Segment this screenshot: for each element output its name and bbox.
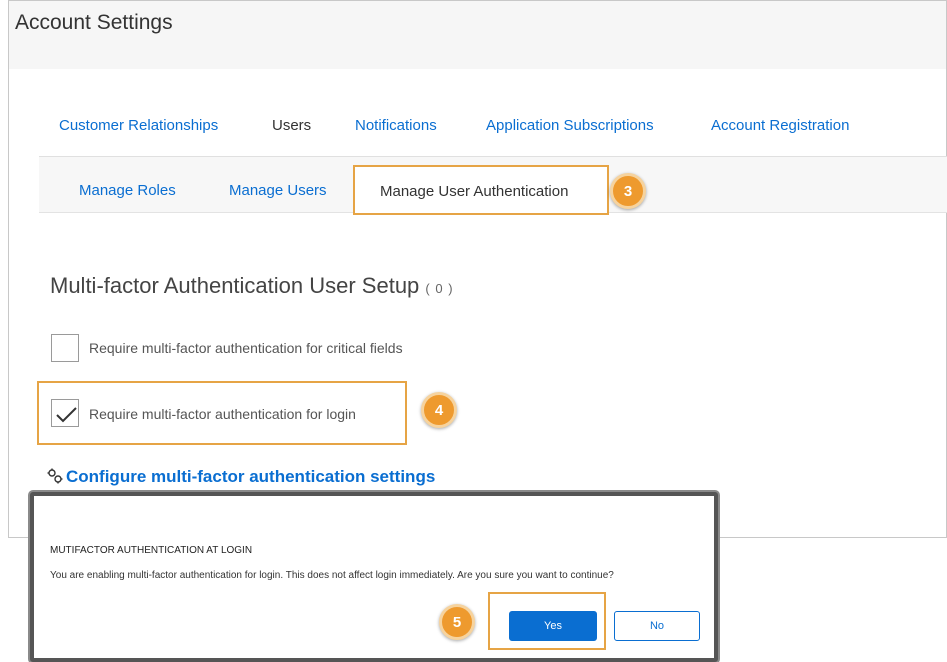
checkmark-icon [56,407,77,423]
header-bar: Account Settings [9,1,946,69]
tab-manage-users[interactable]: Manage Users [229,182,327,199]
tab-manage-user-authentication[interactable]: Manage User Authentication [353,165,609,215]
sub-tab-bar: Manage Roles Manage Users Manage User Au… [39,156,947,215]
configure-mfa-link[interactable]: Configure multi-factor authentication se… [47,467,435,489]
step-badge-5: 5 [439,604,475,640]
dialog-message: You are enabling multi-factor authentica… [50,570,614,581]
dialog-title: MUTIFACTOR AUTHENTICATION AT LOGIN [50,545,253,556]
login-option-label: Require multi-factor authentication for … [89,406,356,422]
configure-mfa-link-label: Configure multi-factor authentication se… [66,467,436,486]
tab-users[interactable]: Users [272,117,311,134]
section-title-text: Multi-factor Authentication User Setup [50,273,420,298]
step-badge-4: 4 [421,392,457,428]
section-count: ( 0 ) [425,281,454,296]
page-title: Account Settings [15,11,173,34]
yes-button[interactable]: Yes [509,611,597,641]
login-checkbox[interactable] [51,399,79,427]
step-badge-3: 3 [610,173,646,209]
mfa-login-dialog: MUTIFACTOR AUTHENTICATION AT LOGIN You a… [30,492,718,662]
no-button[interactable]: No [614,611,700,641]
tab-customer-relationships[interactable]: Customer Relationships [59,117,218,134]
section-title: Multi-factor Authentication User Setup (… [50,273,454,299]
top-tabs: Customer Relationships Users Notificatio… [9,117,946,139]
tab-notifications[interactable]: Notifications [355,117,437,134]
tab-application-subscriptions[interactable]: Application Subscriptions [486,117,654,134]
account-settings-panel: Account Settings Customer Relationships … [8,0,947,538]
critical-fields-label: Require multi-factor authentication for … [89,340,403,356]
critical-fields-checkbox[interactable] [51,334,79,362]
gears-icon [47,468,63,489]
tab-manage-roles[interactable]: Manage Roles [79,182,176,199]
tab-account-registration[interactable]: Account Registration [711,117,849,134]
